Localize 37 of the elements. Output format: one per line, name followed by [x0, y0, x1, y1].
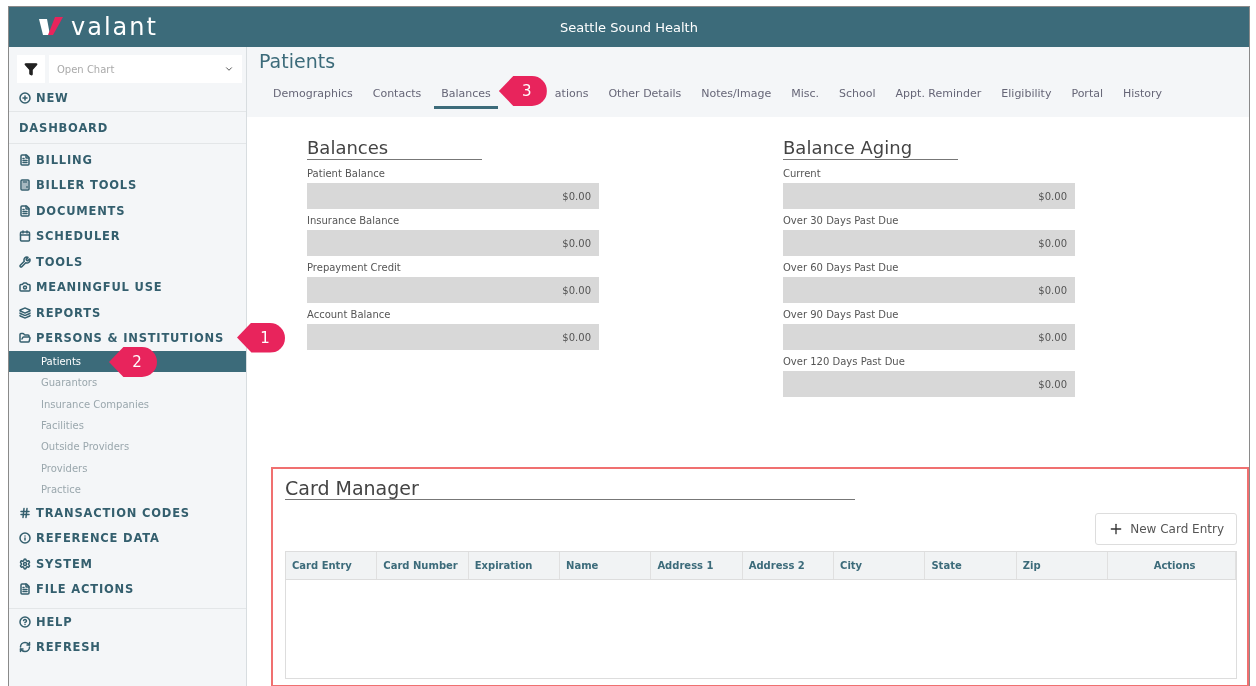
field-label: Over 30 Days Past Due	[783, 215, 900, 226]
column-header: Actions	[1108, 552, 1236, 579]
amount-field: $0.00	[307, 183, 599, 209]
column-header: Name	[560, 552, 652, 579]
section-title: Balance Aging	[783, 137, 958, 160]
column-header: Zip	[1016, 552, 1109, 579]
amount-field: $0.00	[783, 277, 1075, 303]
field-label: Over 60 Days Past Due	[783, 262, 900, 273]
amount-field: $0.00	[783, 324, 1075, 350]
amount-field: $0.00	[783, 183, 1075, 209]
practice-name: Seattle Sound Health	[559, 19, 699, 35]
field-label: Over 90 Days Past Due	[783, 309, 900, 320]
amount-field: $0.00	[307, 324, 599, 350]
column-header: Card Entry	[286, 552, 378, 579]
field-label: Patient Balance	[307, 168, 386, 179]
page-title: Patients	[259, 50, 337, 72]
column-header: City	[834, 552, 926, 579]
field-label: Account Balance	[307, 309, 392, 320]
field-label: Prepayment Credit	[307, 262, 402, 273]
column-header: State	[925, 552, 1017, 579]
section-title: Card Manager	[285, 477, 855, 500]
column-header: Address 2	[742, 552, 835, 579]
amount-field: $0.00	[783, 371, 1075, 397]
amount-field: $0.00	[307, 277, 599, 303]
field-label: Current	[783, 168, 822, 179]
column-header: Address 1	[651, 552, 743, 579]
column-header: Card Number	[377, 552, 469, 579]
logo-text: valant	[71, 13, 158, 41]
field-label: Insurance Balance	[307, 215, 401, 226]
amount-field: $0.00	[307, 230, 599, 256]
step-tooltip: 1	[237, 322, 285, 353]
step-tooltip: 3	[498, 76, 547, 106]
section-title: Balances	[307, 137, 482, 160]
step-tooltip: 2	[109, 347, 157, 377]
column-header: Expiration	[468, 552, 561, 579]
field-label: Over 120 Days Past Due	[783, 356, 906, 367]
amount-field: $0.00	[783, 230, 1075, 256]
